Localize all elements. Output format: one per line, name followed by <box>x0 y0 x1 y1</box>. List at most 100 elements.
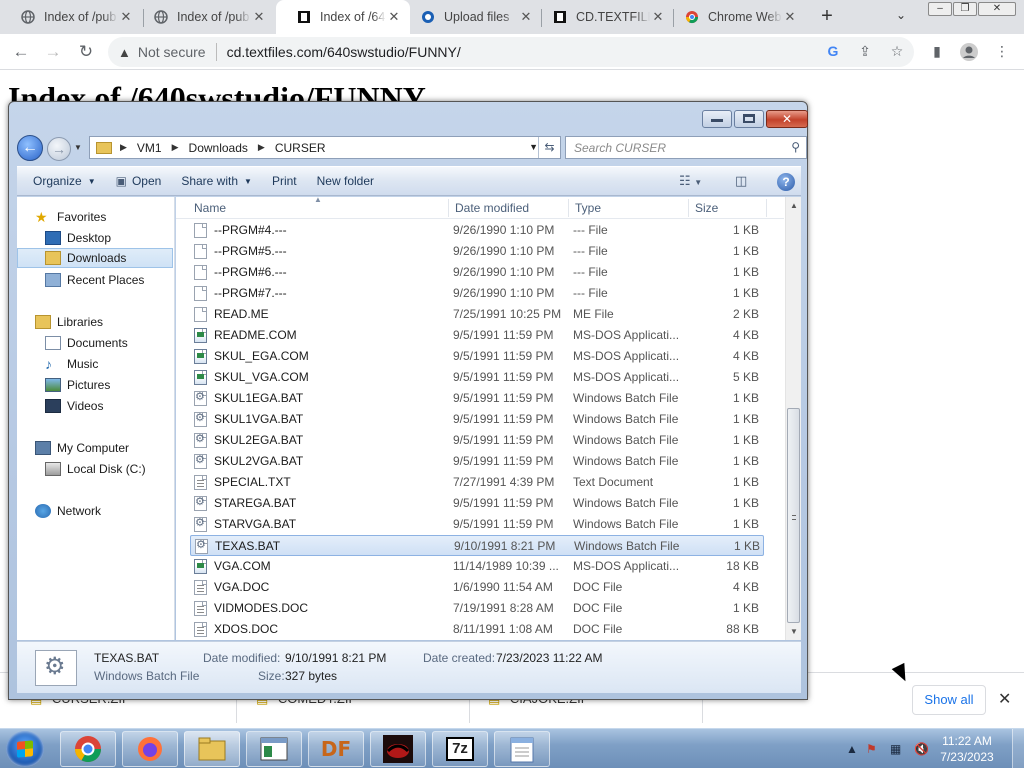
table-row-selected[interactable]: TEXAS.BAT 9/10/1991 8:21 PM Windows Batch … <box>190 535 764 556</box>
action-center-flag-icon[interactable]: ⚑ <box>866 742 877 756</box>
new-tab-button[interactable]: + <box>815 5 839 29</box>
new-folder-button[interactable]: New folder <box>307 174 384 188</box>
table-row[interactable]: VIDMODES.DOC 7/19/1991 8:28 AM DOC File 1 K… <box>190 598 764 619</box>
search-input[interactable]: Search CURSER ⚲ <box>565 136 807 159</box>
taskbar-chrome[interactable] <box>60 731 116 767</box>
search-icon[interactable]: ⚲ <box>791 140 800 154</box>
maximize-button[interactable] <box>734 110 764 128</box>
forward-arrow-icon[interactable]: → <box>47 137 71 161</box>
close-window-button[interactable]: ✕ <box>978 2 1016 16</box>
bookmark-star-icon[interactable]: ☆ <box>888 43 906 61</box>
show-all-button[interactable]: Show all <box>912 685 986 715</box>
scroll-down-arrow-icon[interactable]: ▼ <box>790 627 798 636</box>
back-arrow-icon[interactable]: ← <box>17 135 43 161</box>
table-row[interactable]: --PRGM#5.--- 9/26/1990 1:10 PM --- File 1 K… <box>190 241 764 262</box>
back-arrow-icon[interactable]: ← <box>10 42 32 62</box>
chevron-down-icon[interactable]: ▼ <box>529 142 538 152</box>
table-row[interactable]: VGA.COM 11/14/1989 10:39 ... MS-DOS Applic… <box>190 556 764 577</box>
table-row[interactable]: SKUL_EGA.COM 9/5/1991 11:59 PM MS-DOS Appl… <box>190 346 764 367</box>
network-status-icon[interactable]: ▦ <box>890 742 901 756</box>
nav-local-disk[interactable]: Local Disk (C:) <box>45 459 146 479</box>
nav-documents[interactable]: Documents <box>45 333 128 353</box>
table-row[interactable]: SKUL2VGA.BAT 9/5/1991 11:59 PM Windows Bat… <box>190 451 764 472</box>
nav-recent-places[interactable]: Recent Places <box>45 270 144 290</box>
recent-pages-chevron-icon[interactable]: ▼ <box>74 143 82 152</box>
tab-5[interactable]: CD.TEXTFILES ✕ <box>532 0 674 34</box>
start-button[interactable] <box>6 731 44 767</box>
column-header-type[interactable]: Type <box>575 201 601 215</box>
share-with-button[interactable]: Share with ▼ <box>171 174 262 188</box>
breadcrumb-downloads[interactable]: Downloads <box>189 141 248 155</box>
nav-videos[interactable]: Videos <box>45 396 103 416</box>
profile-avatar-icon[interactable] <box>960 43 978 61</box>
tab-search-chevron-icon[interactable]: ⌄ <box>896 8 906 22</box>
column-header-size[interactable]: Size <box>695 201 718 215</box>
table-row[interactable]: SKUL2EGA.BAT 9/5/1991 11:59 PM Windows Bat… <box>190 430 764 451</box>
organize-button[interactable]: Organize ▼ <box>23 174 106 188</box>
taskbar-firefox[interactable] <box>122 731 178 767</box>
minimize-button[interactable] <box>702 110 732 128</box>
table-row[interactable]: READ.ME 7/25/1991 10:25 PM ME File 2 KB <box>190 304 764 325</box>
taskbar-df[interactable]: DF <box>308 731 364 767</box>
scrollbar-thumb[interactable] <box>787 408 800 623</box>
nav-desktop[interactable]: Desktop <box>45 228 111 248</box>
print-button[interactable]: Print <box>262 174 307 188</box>
nav-favorites[interactable]: ★ Favorites <box>35 207 106 227</box>
nav-downloads[interactable]: Downloads <box>17 248 173 268</box>
help-icon[interactable]: ? <box>777 173 795 191</box>
tab-4[interactable]: Upload files ✕ <box>400 0 542 34</box>
table-row[interactable]: --PRGM#7.--- 9/26/1990 1:10 PM --- File 1 K… <box>190 283 764 304</box>
url-text[interactable]: cd.textfiles.com/640swstudio/FUNNY/ <box>227 44 461 60</box>
tab-6[interactable]: Chrome Web ✕ <box>664 0 806 34</box>
column-header-date[interactable]: Date modified <box>455 201 529 215</box>
restore-button[interactable]: ❐ <box>953 2 977 16</box>
warning-icon[interactable]: ▲ <box>118 45 131 60</box>
taskbar-file-explorer[interactable] <box>184 731 240 767</box>
address-bar[interactable]: ▲ Not secure cd.textfiles.com/640swstudi… <box>108 37 914 67</box>
table-row[interactable]: XDOS.DOC 8/11/1991 1:08 AM DOC File 88 KB <box>190 619 764 640</box>
refresh-icon[interactable]: ⇆ <box>538 137 560 158</box>
reload-icon[interactable]: ↻ <box>75 42 97 62</box>
chevron-right-icon[interactable]: ▶ <box>120 142 127 153</box>
menu-kebab-icon[interactable]: ⋮ <box>993 43 1011 61</box>
chevron-right-icon[interactable]: ▶ <box>258 142 265 153</box>
table-row[interactable]: STAREGA.BAT 9/5/1991 11:59 PM Windows Batc… <box>190 493 764 514</box>
taskbar-7zip[interactable]: 7z <box>432 731 488 767</box>
nav-pictures[interactable]: Pictures <box>45 375 110 395</box>
column-divider[interactable] <box>448 199 449 217</box>
view-options-icon[interactable]: ☷ ▼ <box>679 173 702 189</box>
table-row[interactable]: --PRGM#4.--- 9/26/1990 1:10 PM --- File 1 K… <box>190 220 764 241</box>
address-bar[interactable]: ▶ VM1 ▶ Downloads ▶ CURSER ▼ ⇆ <box>89 136 561 159</box>
open-button[interactable]: ▣ Open <box>106 174 172 188</box>
show-hidden-icons-chevron-icon[interactable]: ▲ <box>846 742 858 756</box>
column-header-name[interactable]: Name <box>194 201 226 215</box>
column-divider[interactable] <box>766 199 767 217</box>
column-divider[interactable] <box>688 199 689 217</box>
breadcrumb-curser[interactable]: CURSER <box>275 141 326 155</box>
scroll-up-arrow-icon[interactable]: ▲ <box>790 201 798 210</box>
taskbar-notepad[interactable] <box>494 731 550 767</box>
close-window-button[interactable]: ✕ <box>766 110 808 128</box>
side-panel-icon[interactable]: ▮ <box>928 43 946 61</box>
close-icon[interactable]: ✕ <box>118 9 134 25</box>
table-row[interactable]: README.COM 9/5/1991 11:59 PM MS-DOS Applic… <box>190 325 764 346</box>
nav-music[interactable]: ♪ Music <box>45 354 98 374</box>
table-row[interactable]: SKUL1EGA.BAT 9/5/1991 11:59 PM Windows Bat… <box>190 388 764 409</box>
share-icon[interactable]: ⇪ <box>856 43 874 61</box>
close-icon[interactable]: ✕ <box>998 689 1011 709</box>
nav-network[interactable]: Network <box>35 501 101 521</box>
close-icon[interactable]: ✕ <box>251 9 267 25</box>
security-label[interactable]: Not secure <box>138 44 206 60</box>
taskbar-app[interactable] <box>370 731 426 767</box>
tab-2[interactable]: Index of /pub ✕ <box>133 0 275 34</box>
table-row[interactable]: SKUL1VGA.BAT 9/5/1991 11:59 PM Windows Bat… <box>190 409 764 430</box>
minimize-button[interactable]: – <box>928 2 952 16</box>
google-icon[interactable]: G <box>824 43 842 61</box>
table-row[interactable]: --PRGM#6.--- 9/26/1990 1:10 PM --- File 1 K… <box>190 262 764 283</box>
breadcrumb-vm1[interactable]: VM1 <box>137 141 162 155</box>
preview-pane-icon[interactable]: ◫ <box>735 173 747 189</box>
clock[interactable]: 11:22 AM 7/23/2023 <box>932 733 1002 765</box>
chevron-right-icon[interactable]: ▶ <box>172 142 179 153</box>
table-row[interactable]: SKUL_VGA.COM 9/5/1991 11:59 PM MS-DOS Appl… <box>190 367 764 388</box>
table-row[interactable]: SPECIAL.TXT 7/27/1991 4:39 PM Text Documen… <box>190 472 764 493</box>
